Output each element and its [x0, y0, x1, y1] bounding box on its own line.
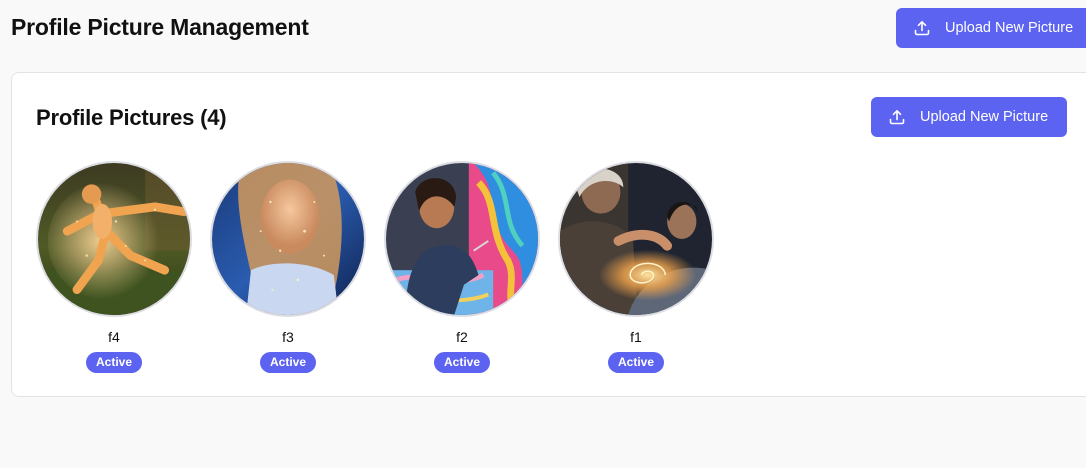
avatar[interactable] [210, 161, 366, 317]
avatar[interactable] [36, 161, 192, 317]
picture-name: f1 [630, 329, 642, 345]
picture-item: f3 Active [210, 161, 366, 373]
card-upload-button[interactable]: Upload New Picture [871, 97, 1067, 137]
status-badge: Active [607, 352, 665, 373]
status-badge: Active [259, 352, 317, 373]
picture-name: f2 [456, 329, 468, 345]
upload-icon [888, 108, 906, 126]
status-badge: Active [85, 352, 143, 373]
profile-pictures-card: Profile Pictures (4) Upload New Picture [11, 72, 1086, 397]
picture-item: f1 Active [558, 161, 714, 373]
card-upload-label: Upload New Picture [920, 109, 1049, 125]
picture-name: f3 [282, 329, 294, 345]
avatar[interactable] [558, 161, 714, 317]
picture-item: f4 Active [36, 161, 192, 373]
picture-name: f4 [108, 329, 120, 345]
page-title: Profile Picture Management [11, 14, 309, 40]
header-upload-label: Upload New Picture [945, 20, 1074, 36]
avatar[interactable] [384, 161, 540, 317]
upload-icon [913, 19, 931, 37]
status-badge: Active [433, 352, 491, 373]
picture-item: f2 Active [384, 161, 540, 373]
card-title: Profile Pictures (4) [36, 105, 227, 130]
header-upload-button[interactable]: Upload New Picture [896, 8, 1086, 48]
picture-list: f4 Active f3 Active f2 Active f1 Active [36, 161, 714, 373]
